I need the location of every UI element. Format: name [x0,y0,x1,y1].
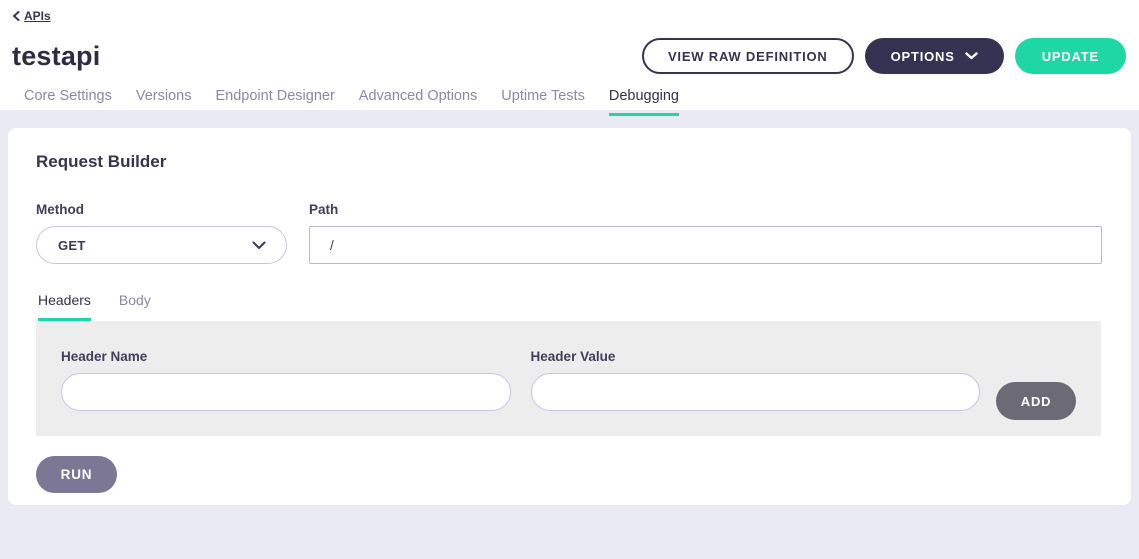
tab-endpoint-designer[interactable]: Endpoint Designer [215,88,334,116]
request-sub-tabs: Headers Body [36,292,1102,321]
options-button[interactable]: OPTIONS [865,38,1004,74]
view-raw-definition-button[interactable]: VIEW RAW DEFINITION [642,38,854,74]
header-value-label: Header Value [531,349,981,364]
run-button[interactable]: RUN [36,456,117,493]
header-name-input[interactable] [61,373,511,411]
request-builder-card: Request Builder Method GET Path Headers … [8,128,1131,505]
tab-debugging[interactable]: Debugging [609,88,679,116]
add-header-button[interactable]: ADD [996,382,1076,420]
headers-panel: Header Name Header Value ADD [36,321,1101,436]
chevron-down-icon [965,52,978,60]
method-select[interactable]: GET [36,226,287,264]
header-value-input[interactable] [531,373,981,411]
page-title: testapi [12,41,100,72]
update-button[interactable]: UPDATE [1015,38,1126,74]
header-value-field: Header Value [531,349,981,436]
path-field: Path [309,202,1102,264]
breadcrumb-label: APIs [24,9,51,23]
tab-uptime-tests[interactable]: Uptime Tests [501,88,585,116]
page-header: APIs testapi VIEW RAW DEFINITION OPTIONS… [0,0,1139,110]
path-input[interactable] [309,226,1102,264]
header-name-field: Header Name [61,349,511,436]
tab-core-settings[interactable]: Core Settings [24,88,112,116]
title-row: testapi VIEW RAW DEFINITION OPTIONS UPDA… [12,38,1127,74]
header-name-label: Header Name [61,349,511,364]
tab-body[interactable]: Body [119,292,151,321]
path-label: Path [309,202,1102,217]
tab-versions[interactable]: Versions [136,88,192,116]
breadcrumb-apis-link[interactable]: APIs [12,9,51,23]
chevron-left-icon [12,11,20,21]
method-field: Method GET [36,202,287,264]
method-path-row: Method GET Path [36,202,1102,264]
tab-advanced-options[interactable]: Advanced Options [359,88,478,116]
options-button-label: OPTIONS [891,49,955,64]
page-background: Request Builder Method GET Path Headers … [0,110,1139,559]
method-label: Method [36,202,287,217]
method-select-value: GET [58,238,86,253]
tab-headers[interactable]: Headers [38,292,91,321]
chevron-down-icon [252,241,266,250]
header-actions: VIEW RAW DEFINITION OPTIONS UPDATE [642,38,1127,74]
request-builder-title: Request Builder [36,152,1102,172]
